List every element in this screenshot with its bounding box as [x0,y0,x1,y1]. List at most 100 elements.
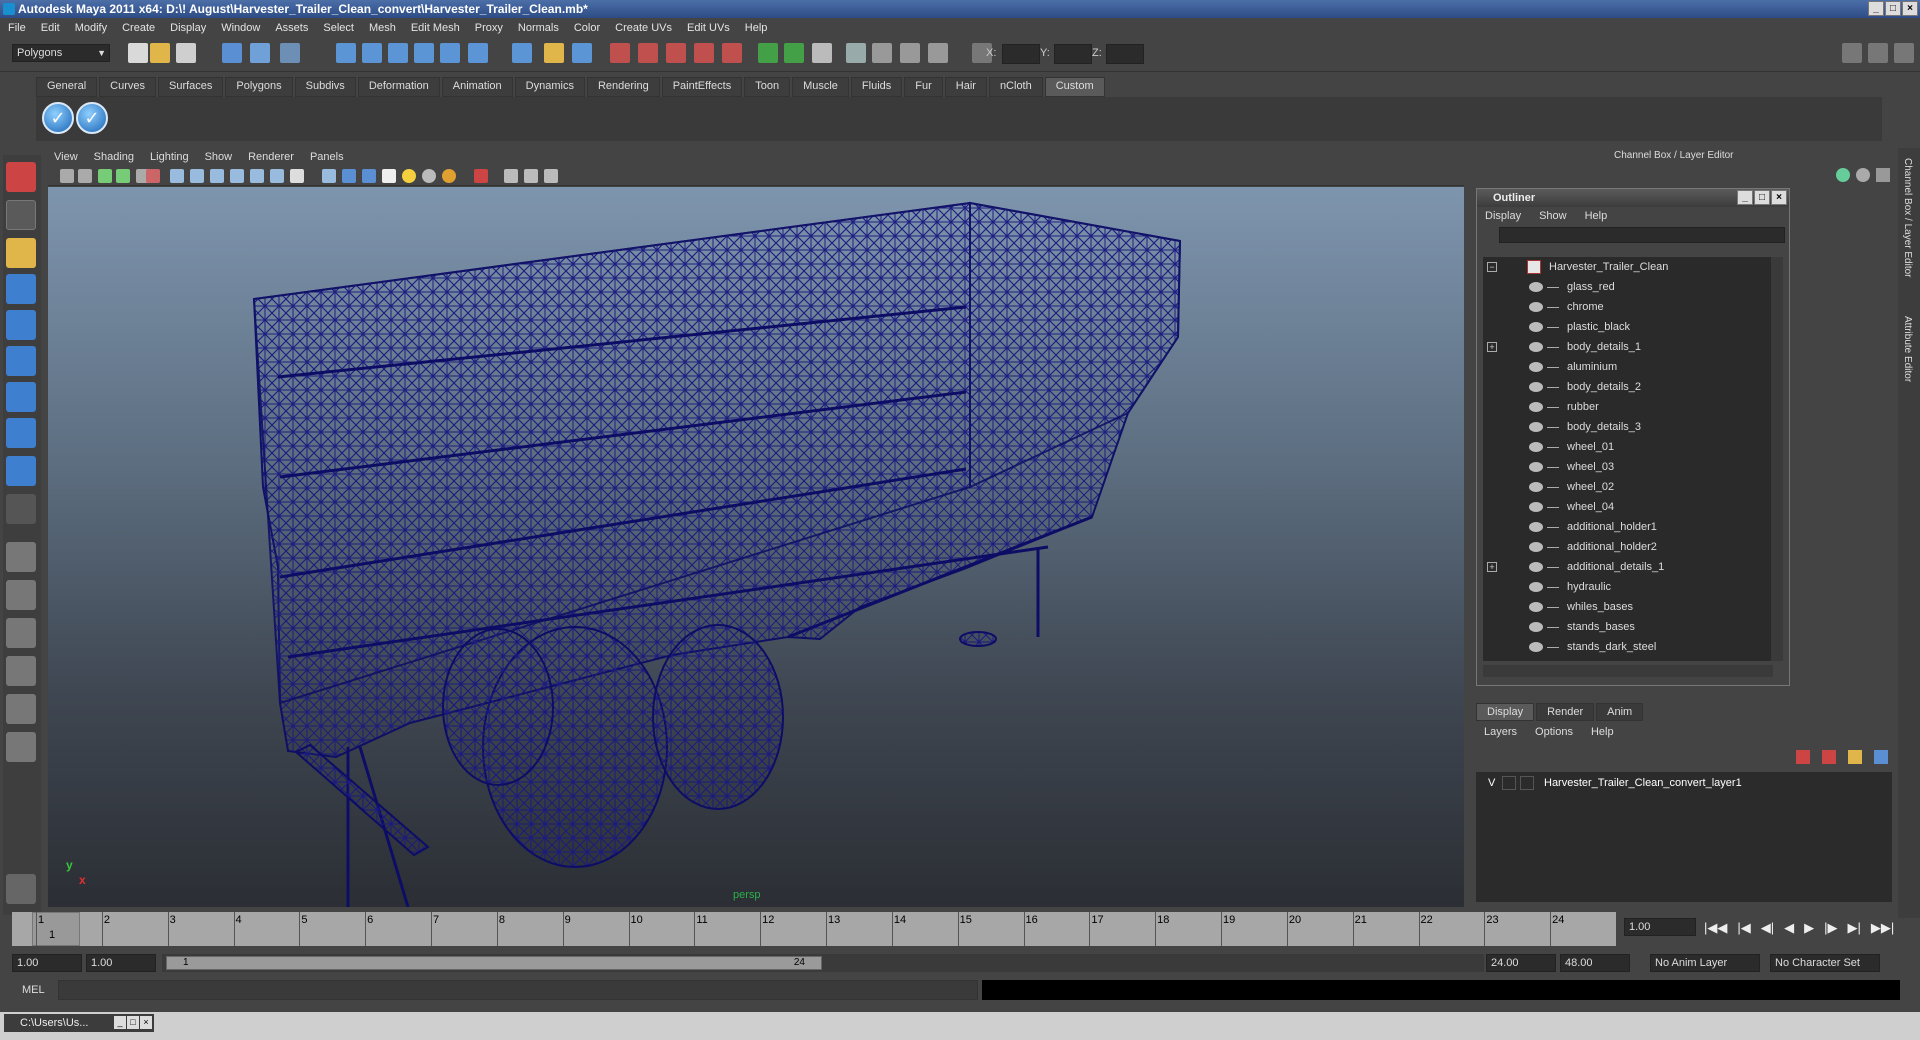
text-overlay-icon[interactable] [290,169,304,183]
menu-display[interactable]: Display [170,22,206,34]
playback-start-field[interactable]: 1.00 [86,954,156,972]
tree-row[interactable]: plastic_black [1483,317,1773,337]
z-field[interactable] [1106,44,1144,64]
shelf-tab-rendering[interactable]: Rendering [586,77,660,97]
menu-mesh[interactable]: Mesh [369,22,396,34]
persp-graph-layout-icon[interactable] [6,656,36,686]
outliner-close-button[interactable]: × [1771,190,1787,205]
snap-point-icon[interactable] [388,43,408,63]
tree-row[interactable]: whiles_bases [1483,597,1773,617]
expand-icon[interactable]: + [1487,342,1497,352]
all-lights-icon[interactable] [422,169,436,183]
snap-view-icon[interactable] [414,43,434,63]
shelf-tab-muscle[interactable]: Muscle [792,77,849,97]
perspective-viewport[interactable] [48,187,1464,907]
play-backwards-button[interactable]: ◀ [1784,920,1794,936]
move-layer-up-icon[interactable] [1796,750,1810,764]
play-forwards-button[interactable]: ▶ [1804,920,1814,936]
layer-visibility-toggle[interactable]: V [1488,774,1495,792]
animation-end-field[interactable]: 48.00 [1560,954,1630,972]
layer-tab-anim[interactable]: Anim [1596,703,1644,721]
time-slider[interactable]: 1 1 2 3 4 5 6 7 8 9 10 11 12 13 14 15 16 17 18 19 20 21 22 23 2… [12,912,1616,946]
shelf-tab-ncloth[interactable]: nCloth [988,77,1043,97]
ipr-render-icon[interactable] [638,43,658,63]
outliner-filter-input[interactable] [1499,227,1785,243]
snap-grid-icon[interactable] [336,43,356,63]
shelf-tab-surfaces[interactable]: Surfaces [157,77,224,97]
lasso-tool-icon[interactable] [6,200,36,230]
go-to-end-button[interactable]: ▶▶| [1871,920,1894,936]
textured-icon[interactable] [362,169,376,183]
menu-color[interactable]: Color [574,22,600,34]
channel-box-icon-3[interactable] [1876,168,1890,182]
range-slider[interactable]: 1 24 [166,956,822,970]
custom-checkmark-button-1[interactable]: ✓ [42,102,74,134]
current-frame-field[interactable]: 1.00 [1624,918,1696,936]
channel-box-icon-2[interactable] [1856,168,1870,182]
move-layer-down-icon[interactable] [1822,750,1836,764]
layer-row[interactable]: V Harvester_Trailer_Clean_convert_layer1 [1478,774,1888,792]
maximize-button[interactable]: □ [1885,1,1901,16]
tool-settings-toggle-icon[interactable] [1868,43,1888,63]
menu-create[interactable]: Create [122,22,155,34]
tree-row[interactable]: stands_dark_steel [1483,637,1773,657]
outliner-maximize-button[interactable]: □ [1754,190,1770,205]
close-button[interactable]: × [1902,1,1918,16]
tree-row[interactable]: wheel_03 [1483,457,1773,477]
select-hierarchy-icon[interactable] [222,43,242,63]
mel-label[interactable]: MEL [22,984,45,996]
shelf-tab-curves[interactable]: Curves [99,77,156,97]
viewport-menu-show[interactable]: Show [205,151,233,163]
shelf-tab-deformation[interactable]: Deformation [357,77,440,97]
tree-row-root[interactable]: − Harvester_Trailer_Clean [1483,257,1773,277]
manipulator-tool-icon[interactable] [6,382,36,412]
tree-row[interactable]: additional_holder2 [1483,537,1773,557]
snap-curve-icon[interactable] [362,43,382,63]
mel-command-input[interactable] [58,980,978,1000]
menu-modify[interactable]: Modify [75,22,107,34]
go-to-start-button[interactable]: |◀◀ [1704,920,1727,936]
attribute-editor-toggle-icon[interactable] [1842,43,1862,63]
shelf-tab-animation[interactable]: Animation [441,77,513,97]
snap-live-icon[interactable] [440,43,460,63]
camera-attributes-icon[interactable] [78,169,92,183]
paste-icon[interactable] [812,43,832,63]
outliner-vertical-scrollbar[interactable] [1771,257,1783,661]
collapse-icon[interactable]: − [1487,262,1497,272]
xray-components-icon[interactable] [544,169,558,183]
save-scene-icon[interactable] [176,43,196,63]
shelf-tab-polygons[interactable]: Polygons [225,77,293,97]
outliner-menu-help[interactable]: Help [1585,210,1608,222]
tree-row[interactable]: wheel_02 [1483,477,1773,497]
construction-history-icon[interactable] [512,43,532,63]
default-light-icon[interactable] [402,169,416,183]
shelf-tab-fluids[interactable]: Fluids [850,77,903,97]
step-back-key-button[interactable]: |◀ [1737,920,1750,936]
new-layer-selected-icon[interactable] [1874,750,1888,764]
tree-row[interactable]: additional_holder1 [1483,517,1773,537]
character-set-dropdown[interactable]: No Character Set [1770,954,1880,972]
camera-select-icon[interactable] [60,169,74,183]
transform-icon[interactable] [872,43,892,63]
y-field[interactable] [1054,44,1092,64]
tree-row[interactable]: wheel_01 [1483,437,1773,457]
camera-icon[interactable] [846,43,866,63]
outliner-minimize-button[interactable]: _ [1737,190,1753,205]
gate-mask-icon[interactable] [190,169,204,183]
menu-edit-uvs[interactable]: Edit UVs [687,22,730,34]
taskbar-maximize-button[interactable]: □ [127,1016,139,1029]
taskbar-restore-button[interactable]: _ [114,1016,126,1029]
menu-set-dropdown[interactable]: Polygons ▼ [12,44,110,62]
playback-end-field[interactable]: 24.00 [1486,954,1556,972]
channel-box-icon-1[interactable] [1836,168,1850,182]
wireframe-icon[interactable] [270,169,284,183]
viewport-menu-panels[interactable]: Panels [310,151,344,163]
render-settings-icon[interactable] [666,43,686,63]
input-ops-icon[interactable] [572,43,592,63]
outliner-menu-display[interactable]: Display [1485,210,1521,222]
rename-icon[interactable] [784,43,804,63]
tree-row[interactable]: aluminium [1483,357,1773,377]
shelf-tab-dynamics[interactable]: Dynamics [514,77,585,97]
taskbar-item[interactable]: C:\Users\Us... _ □ × [4,1014,154,1032]
wireframe-on-shaded-icon[interactable] [342,169,356,183]
